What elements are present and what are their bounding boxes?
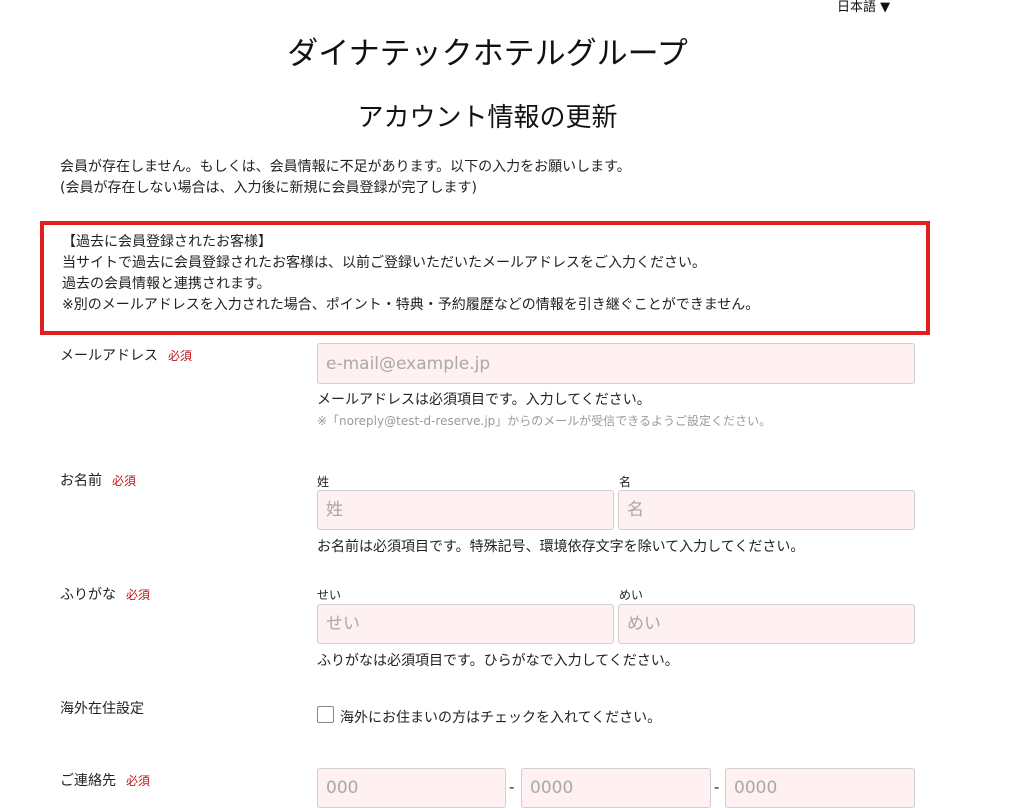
notice-line: 過去の会員情報と連携されます。: [62, 276, 271, 292]
last-name-sublabel: 姓: [317, 475, 330, 489]
first-name-field[interactable]: [618, 490, 915, 530]
phone-separator: -: [714, 778, 720, 796]
notice-line: ※別のメールアドレスを入力された場合、ポイント・特典・予約履歴などの情報を引き継…: [62, 297, 760, 313]
notice-line: 当サイトで過去に会員登録されたお客様は、以前ご登録いただいたメールアドレスをご入…: [62, 255, 706, 271]
brand-title: ダイナテックホテルグループ: [287, 36, 688, 72]
overseas-checkbox[interactable]: [317, 706, 334, 723]
email-note: ※「noreply@test-d-reserve.jp」からのメールが受信できる…: [317, 414, 772, 428]
intro-message: 会員が存在しません。もしくは、会員情報に不足があります。以下の入力をお願いします…: [60, 157, 631, 199]
kana-label-text: ふりがな: [60, 587, 116, 603]
notice-heading: 【過去に会員登録されたお客様】: [62, 234, 272, 250]
language-selector[interactable]: 日本語 ▼: [837, 0, 890, 15]
kana-help: ふりがなは必須項目です。ひらがなで入力してください。: [317, 653, 679, 669]
first-kana-sublabel: めい: [619, 588, 644, 602]
phone-part1-field[interactable]: [317, 768, 506, 808]
last-kana-field[interactable]: [317, 604, 614, 644]
overseas-label: 海外在住設定: [60, 701, 144, 717]
last-kana-sublabel: せい: [317, 588, 342, 602]
required-badge: 必須: [168, 349, 193, 363]
intro-line: 会員が存在しません。もしくは、会員情報に不足があります。以下の入力をお願いします…: [60, 159, 631, 175]
phone-part3-field[interactable]: [725, 768, 915, 808]
required-badge: 必須: [126, 588, 151, 602]
first-kana-field[interactable]: [618, 604, 915, 644]
past-member-notice: 【過去に会員登録されたお客様】 当サイトで過去に会員登録されたお客様は、以前ご登…: [40, 221, 930, 335]
required-badge: 必須: [112, 474, 137, 488]
name-label: お名前 必須: [60, 470, 136, 490]
last-name-field[interactable]: [317, 490, 614, 530]
intro-line: (会員が存在しない場合は、入力後に新規に会員登録が完了します): [60, 180, 477, 196]
contact-label: ご連絡先 必須: [60, 770, 150, 790]
email-field[interactable]: [317, 343, 915, 384]
kana-label: ふりがな 必須: [60, 584, 150, 604]
overseas-checkbox-label[interactable]: 海外にお住まいの方はチェックを入れてください。: [340, 707, 661, 727]
phone-part2-field[interactable]: [521, 768, 711, 808]
email-help: メールアドレスは必須項目です。入力してください。: [317, 392, 651, 408]
contact-label-text: ご連絡先: [60, 773, 116, 789]
first-name-sublabel: 名: [619, 475, 632, 489]
page-title: アカウント情報の更新: [357, 103, 618, 133]
required-badge: 必須: [126, 774, 151, 788]
email-label: メールアドレス 必須: [60, 345, 192, 365]
name-label-text: お名前: [60, 473, 102, 489]
email-label-text: メールアドレス: [60, 348, 158, 364]
phone-separator: -: [509, 778, 515, 796]
name-help: お名前は必須項目です。特殊記号、環境依存文字を除いて入力してください。: [317, 539, 805, 555]
